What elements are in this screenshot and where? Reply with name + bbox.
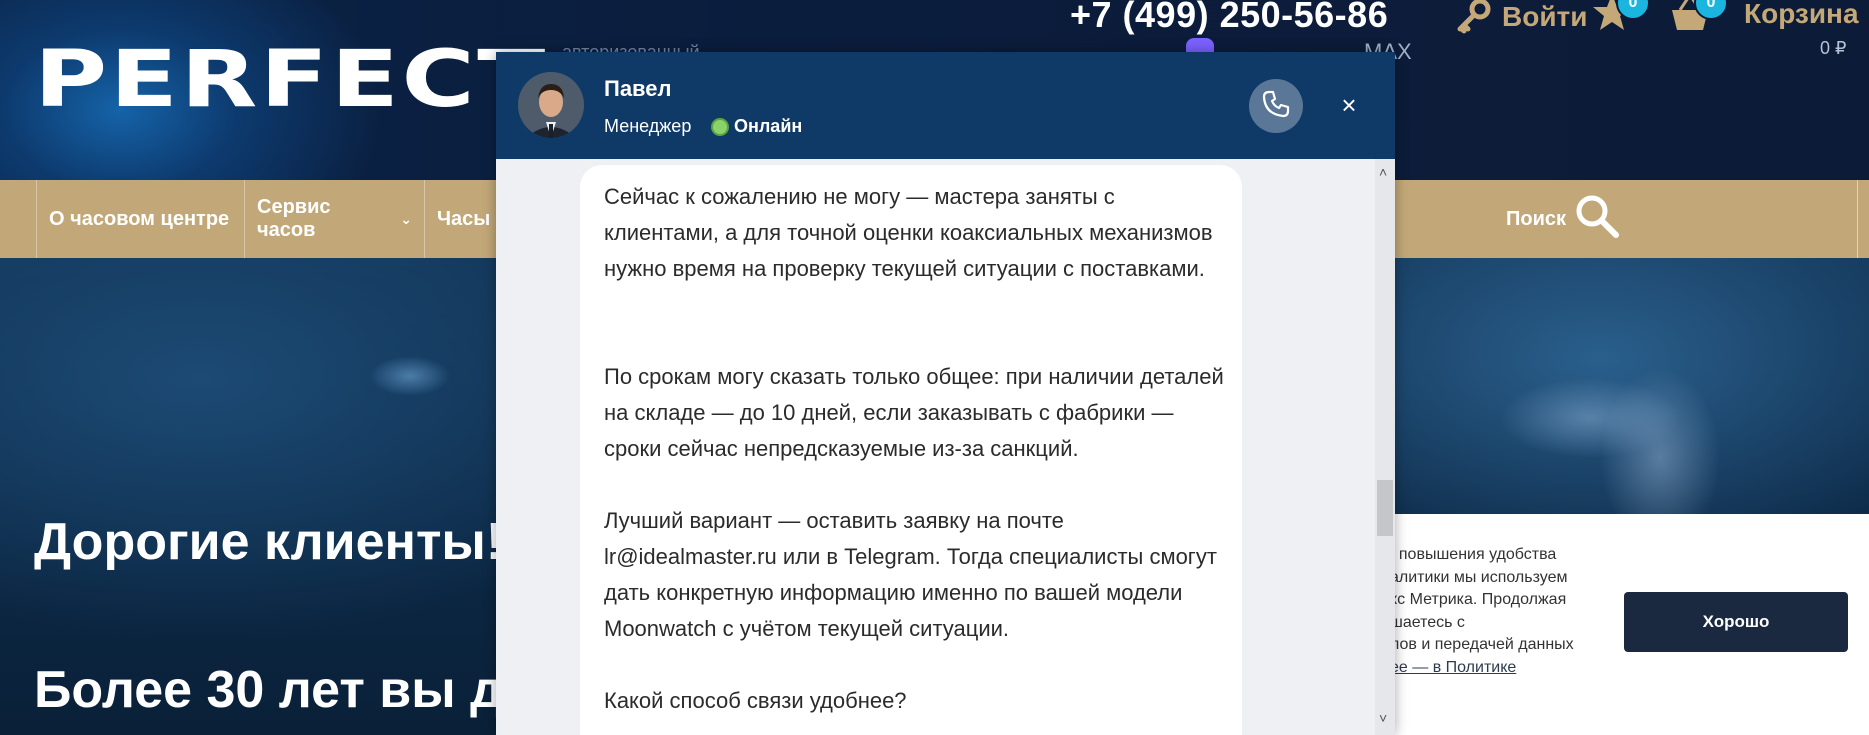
avatar [518, 72, 584, 138]
login-label: Войти [1502, 1, 1588, 32]
key-icon [1454, 0, 1492, 36]
chat-scrollbar[interactable] [1375, 159, 1395, 735]
agent-name: Павел [604, 76, 672, 101]
search-icon [1574, 193, 1620, 245]
login-button[interactable]: Войти [1454, 0, 1587, 36]
message-paragraph: Лучший вариант — оставить заявку на почт… [604, 508, 1217, 641]
cookie-body: , повышения удобства алитики мы использу… [1390, 546, 1574, 653]
scroll-up-icon[interactable]: ˄ [1379, 164, 1387, 180]
chat-widget: Павел Менеджер Онлайн × Сейчас к сожален… [496, 52, 1395, 735]
online-status-icon [711, 118, 729, 136]
hero-title: Дорогие клиенты! [34, 513, 504, 571]
chevron-down-icon: ⌄ [400, 210, 412, 227]
nav-item-watches[interactable]: Часы [424, 180, 504, 258]
cart-button[interactable]: 0 [1668, 0, 1728, 34]
search-button[interactable]: Поиск [1506, 180, 1620, 258]
agent-status: Онлайн [734, 116, 803, 136]
site-logo[interactable]: PERFECT [34, 35, 548, 125]
chat-header: Павел Менеджер Онлайн × [496, 52, 1395, 159]
scrollbar-thumb[interactable] [1377, 480, 1393, 536]
cookie-accept-button[interactable]: Хорошо [1624, 592, 1848, 652]
call-button[interactable] [1249, 79, 1303, 133]
privacy-policy-link[interactable]: ее — в Политике [1390, 659, 1516, 676]
nav-item-about[interactable]: О часовом центре [36, 180, 244, 258]
cookie-notice: , повышения удобства алитики мы использу… [1390, 514, 1869, 735]
cart-sum: 0 ₽ [1820, 38, 1847, 58]
cookie-text: , повышения удобства алитики мы использу… [1390, 544, 1618, 679]
nav-item-service[interactable]: Сервис часов ⌄ [244, 180, 424, 258]
search-label: Поиск [1506, 207, 1567, 230]
scroll-down-icon[interactable]: ˅ [1379, 710, 1387, 726]
nav-divider [1857, 180, 1858, 258]
message-paragraph: Сейчас к сожалению не могу — мастера зан… [604, 184, 1213, 281]
favorites-button[interactable]: 0 [1590, 0, 1650, 34]
agent-role: Менеджер [604, 116, 692, 136]
message-paragraph: По срокам могу сказать только общее: при… [604, 364, 1224, 461]
phone-icon [1261, 89, 1291, 124]
chat-messages: Сейчас к сожалению не могу — мастера зан… [496, 159, 1395, 735]
cart-label[interactable]: Корзина [1744, 0, 1859, 30]
close-icon[interactable]: × [1336, 92, 1362, 118]
message-bubble: Сейчас к сожалению не могу — мастера зан… [580, 165, 1242, 735]
message-paragraph: Какой способ связи удобнее? [604, 688, 907, 713]
hero-subtitle: Более 30 лет вы д [34, 661, 504, 719]
header-phone[interactable]: +7 (499) 250-56-86 [1070, 0, 1388, 36]
